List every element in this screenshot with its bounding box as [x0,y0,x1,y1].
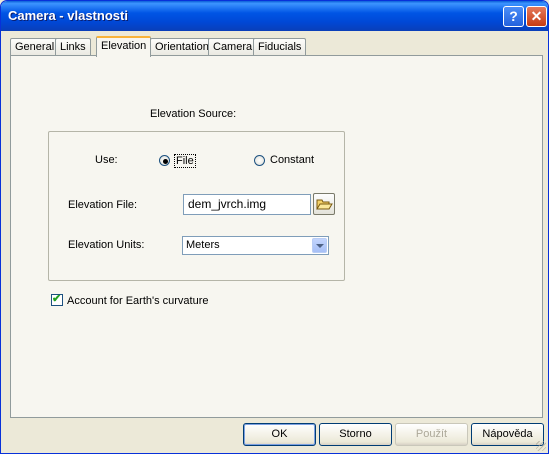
browse-button[interactable] [313,193,335,215]
tab-links[interactable]: Links [55,38,91,56]
tab-label: Elevation [101,40,147,52]
elevation-tab-panel: Elevation Source: Use: File Constant Ele… [10,55,543,418]
chevron-down-icon[interactable] [312,238,327,253]
tab-general[interactable]: General [10,38,60,56]
tab-camera[interactable]: Camera [208,38,258,56]
tab-label: Links [60,41,86,53]
help-button[interactable]: Nápověda [471,423,544,446]
checkmark-icon: ✔ [52,293,62,305]
elevation-file-field[interactable]: dem_jvrch.img [183,194,311,215]
curvature-checkbox[interactable]: ✔ [51,293,63,306]
radio-constant[interactable] [254,155,265,166]
folder-open-icon [316,199,333,210]
close-title-button[interactable]: ✕ [526,6,547,27]
radio-constant-label[interactable]: Constant [270,154,314,166]
cancel-button[interactable]: Storno [319,423,392,446]
tab-label: Orientation [155,41,209,53]
ok-button[interactable]: OK [243,423,316,446]
title-bar[interactable]: Camera - vlastnosti ? ✕ [1,1,548,31]
properties-dialog: Camera - vlastnosti ? ✕ General Links El… [0,0,549,454]
window-title: Camera - vlastnosti [8,8,128,23]
close-icon: ✕ [530,8,543,24]
tab-fiducials[interactable]: Fiducials [253,38,307,56]
elevation-source-group: Use: File Constant Elevation File: dem_j… [48,131,345,281]
help-title-button[interactable]: ? [503,6,524,27]
elevation-units-value: Meters [186,239,220,251]
radio-file-label[interactable]: File [174,154,196,168]
tab-label: General [15,41,55,53]
tab-label: Camera [213,41,253,53]
tab-elevation[interactable]: Elevation [96,36,152,57]
tab-label: Fiducials [258,41,302,53]
resize-grip[interactable] [536,441,546,451]
elevation-file-label: Elevation File: [68,199,138,211]
tab-orientation[interactable]: Orientation [150,38,214,56]
curvature-label[interactable]: Account for Earth's curvature [67,295,209,307]
radio-dot [163,159,168,164]
apply-button[interactable]: Použít [395,423,468,446]
radio-file[interactable] [159,155,170,166]
elevation-units-label: Elevation Units: [68,239,145,251]
elevation-units-select[interactable]: Meters [182,236,329,255]
elevation-source-title: Elevation Source: [150,108,237,120]
question-icon: ? [509,8,518,24]
use-label: Use: [95,154,118,166]
